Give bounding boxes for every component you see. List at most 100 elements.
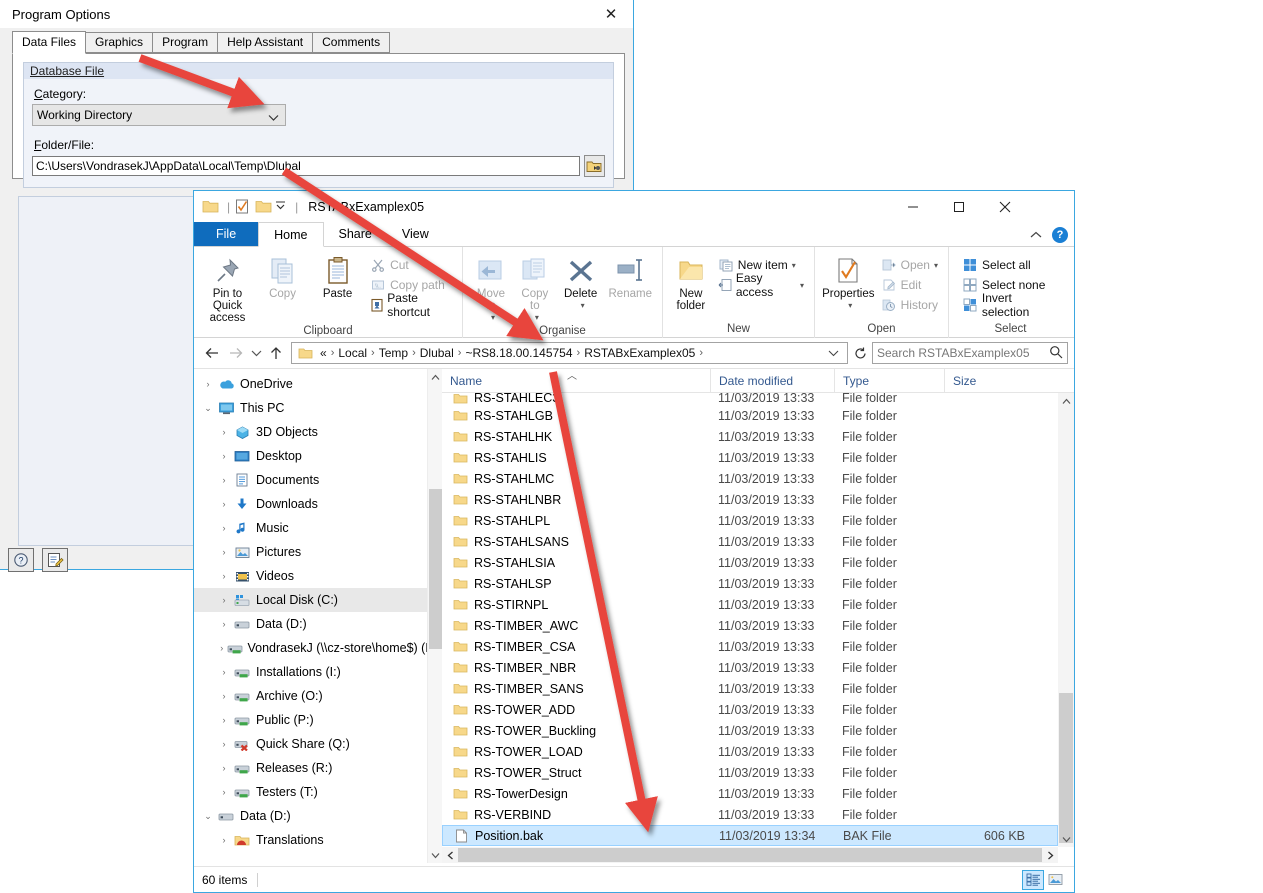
breadcrumb-local[interactable]: Local [335,346,370,360]
properties-button[interactable]: Properties ▾ [821,252,876,312]
table-row[interactable]: RS-STAHLSANS11/03/2019 13:33File folder [442,531,1058,552]
tree-item-archive-o[interactable]: › Archive (O:) [194,684,442,708]
category-combo[interactable]: Working Directory [32,104,286,126]
easy-access-button[interactable]: Easy access ▾ [713,275,808,295]
chevron-right-icon[interactable]: › [216,547,232,557]
forward-arrow-icon[interactable] [224,341,248,365]
chevron-right-icon[interactable]: › [216,595,232,605]
chevron-right-icon[interactable]: › [200,379,216,389]
collapse-ribbon-icon[interactable] [1030,228,1042,242]
search-input[interactable]: Search RSTABxExamplex05 [872,342,1068,364]
breadcrumb-dlubal[interactable]: Dlubal [417,346,457,360]
tree-item-documents[interactable]: › Documents [194,468,442,492]
chevron-right-icon[interactable]: › [216,835,232,845]
back-arrow-icon[interactable] [200,341,224,365]
new-folder-button[interactable]: Newfolder [669,252,713,312]
paste-button[interactable]: Paste [310,252,365,300]
history-button[interactable]: History [876,295,942,315]
tree-item-downloads[interactable]: › Downloads [194,492,442,516]
tab-help-assistant[interactable]: Help Assistant [217,32,313,53]
up-arrow-icon[interactable] [264,341,288,365]
chevron-right-icon[interactable]: › [216,571,232,581]
breadcrumb-temp[interactable]: Temp [376,346,411,360]
table-row[interactable]: RS-STAHLMC11/03/2019 13:33File folder [442,468,1058,489]
pin-to-quick-access-button[interactable]: Pin to Quickaccess [200,252,255,324]
tab-file[interactable]: File [194,222,258,246]
tab-program[interactable]: Program [152,32,218,53]
properties-check-icon[interactable] [235,199,252,214]
chevron-right-icon[interactable]: › [216,667,232,677]
tab-data-files[interactable]: Data Files [12,31,86,54]
chevron-right-icon[interactable]: › [216,451,232,461]
recent-locations-icon[interactable] [248,341,264,365]
tab-share[interactable]: Share [324,222,387,246]
tree-item-desktop[interactable]: › Desktop [194,444,442,468]
file-list-hscrollbar[interactable] [442,847,1058,863]
chevron-right-icon[interactable]: › [216,523,232,533]
customize-chevron-icon[interactable] [275,199,287,214]
tree-item-translations[interactable]: › Translations [194,828,442,852]
table-row[interactable]: RS-STAHLEC311/03/2019 13:33File folder [442,393,1058,405]
file-list-scrollbar[interactable] [1058,393,1074,847]
open-button[interactable]: Open ▾ [876,255,942,275]
table-row[interactable]: RS-STAHLSP11/03/2019 13:33File folder [442,573,1058,594]
edit-button[interactable]: Edit [876,275,942,295]
scroll-up-icon[interactable] [1058,393,1074,409]
chevron-down-icon[interactable]: ⌄ [200,403,216,414]
chevron-right-icon[interactable]: › [216,643,227,653]
folder-file-input[interactable] [32,156,580,176]
new-folder-icon[interactable] [255,199,272,214]
edit-comment-button[interactable] [42,548,68,572]
scroll-down-icon[interactable] [1058,831,1074,847]
tree-item-data-d[interactable]: › Data (D:) [194,612,442,636]
table-row[interactable]: RS-TOWER_ADD11/03/2019 13:33File folder [442,699,1058,720]
refresh-icon[interactable] [851,347,869,360]
column-header-date-modified[interactable]: Date modified [710,369,834,393]
tab-view[interactable]: View [387,222,444,246]
table-row[interactable]: RS-STAHLIS11/03/2019 13:33File folder [442,447,1058,468]
chevron-right-icon[interactable]: › [216,475,232,485]
cut-button[interactable]: Cut [365,255,456,275]
browse-folder-icon[interactable] [584,155,605,177]
nav-scroll-thumb[interactable] [429,489,442,649]
breadcrumb-current[interactable]: RSTABxExamplex05 [581,346,698,360]
tree-item-releases-r[interactable]: › Releases (R:) [194,756,442,780]
rename-button[interactable]: Rename [604,252,656,300]
table-row[interactable]: RS-STAHLGB11/03/2019 13:33File folder [442,405,1058,426]
table-row[interactable]: RS-STAHLSIA11/03/2019 13:33File folder [442,552,1058,573]
select-all-button[interactable]: Select all [957,255,1066,275]
tree-item-onedrive[interactable]: › OneDrive [194,372,442,396]
chevron-right-icon[interactable]: › [216,691,232,701]
tree-item-data-d-root[interactable]: ⌄ Data (D:) [194,804,442,828]
chevron-right-icon[interactable]: › [216,763,232,773]
table-row[interactable]: RS-STAHLHK11/03/2019 13:33File folder [442,426,1058,447]
table-row[interactable]: RS-TIMBER_NBR11/03/2019 13:33File folder [442,657,1058,678]
tree-item-3d-objects[interactable]: › 3D Objects [194,420,442,444]
help-button[interactable]: ? [8,548,34,572]
table-row[interactable]: RS-STIRNPL11/03/2019 13:33File folder [442,594,1058,615]
table-row[interactable]: RS-TIMBER_SANS11/03/2019 13:33File folde… [442,678,1058,699]
table-row[interactable]: RS-VERBIND11/03/2019 13:33File folder [442,804,1058,825]
chevron-right-icon[interactable]: › [216,427,232,437]
tree-item-testers-t[interactable]: › Testers (T:) [194,780,442,804]
breadcrumb-overflow[interactable]: « [317,346,330,360]
table-row[interactable]: RS-TIMBER_AWC11/03/2019 13:33File folder [442,615,1058,636]
table-row[interactable]: RS-TOWER_Struct11/03/2019 13:33File fold… [442,762,1058,783]
chevron-down-icon[interactable] [822,346,845,360]
details-view-icon[interactable] [1022,870,1044,890]
table-row[interactable]: Position.bak11/03/2019 13:34BAK File606 … [442,825,1058,846]
tree-item-vondrasekj-h[interactable]: › VondrasekJ (\\cz-store\home$) (H:) [194,636,442,660]
table-row[interactable]: RS-STAHLNBR11/03/2019 13:33File folder [442,489,1058,510]
scroll-down-icon[interactable] [428,847,442,863]
file-list-scroll-thumb[interactable] [1059,693,1073,843]
tree-item-quick-share-q[interactable]: › Quick Share (Q:) [194,732,442,756]
column-header-size[interactable]: Size [944,369,1034,393]
copy-to-button[interactable]: Copyto ▾ [513,252,557,324]
nav-pane-scrollbar[interactable] [427,369,442,863]
tab-home[interactable]: Home [258,222,323,247]
table-row[interactable]: RS-STAHLPL11/03/2019 13:33File folder [442,510,1058,531]
tree-item-pictures[interactable]: › Pictures [194,540,442,564]
chevron-right-icon[interactable]: › [216,787,232,797]
chevron-down-icon[interactable]: ⌄ [200,811,216,822]
help-icon[interactable]: ? [1052,227,1068,243]
